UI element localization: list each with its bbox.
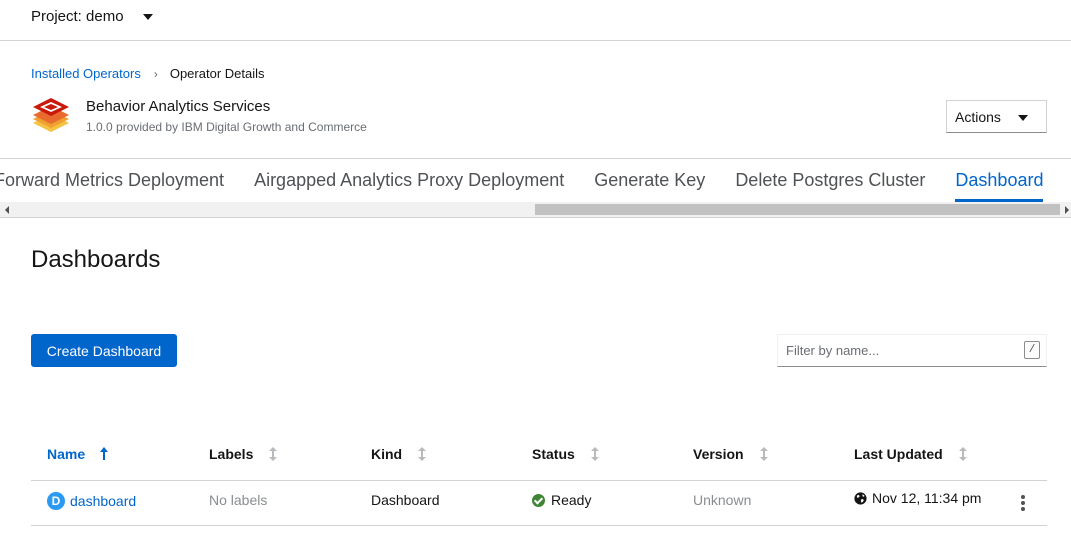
tabs-bar: Forward Metrics Deployment Airgapped Ana… bbox=[0, 158, 1071, 218]
column-header-last-updated[interactable]: Last Updated bbox=[854, 446, 967, 462]
tab-generate-key[interactable]: Generate Key bbox=[594, 159, 705, 202]
tab-forward-metrics-deployment[interactable]: Forward Metrics Deployment bbox=[0, 159, 224, 202]
column-header-kind[interactable]: Kind bbox=[371, 446, 427, 462]
cell-kind: Dashboard bbox=[371, 492, 440, 508]
operator-logo-icon bbox=[33, 98, 69, 132]
table-row: D dashboard No labels Dashboard Ready Un… bbox=[31, 481, 1047, 526]
keyboard-shortcut-hint: / bbox=[1024, 341, 1040, 359]
column-header-name[interactable]: Name bbox=[47, 446, 109, 462]
resource-badge-icon: D bbox=[47, 492, 65, 510]
column-header-status[interactable]: Status bbox=[532, 446, 599, 462]
actions-dropdown[interactable]: Actions bbox=[946, 100, 1047, 133]
cell-version: Unknown bbox=[693, 492, 752, 508]
actions-label: Actions bbox=[955, 108, 1001, 125]
column-header-label: Last Updated bbox=[854, 446, 943, 462]
scrollbar-thumb[interactable] bbox=[535, 204, 1060, 215]
globe-icon bbox=[854, 491, 867, 505]
sort-ascending-icon bbox=[100, 447, 109, 461]
breadcrumb-installed-operators[interactable]: Installed Operators bbox=[31, 66, 141, 81]
column-header-label: Labels bbox=[209, 446, 254, 462]
caret-down-icon bbox=[142, 13, 153, 20]
sort-icon bbox=[759, 447, 768, 461]
tab-airgapped-analytics-proxy-deployment[interactable]: Airgapped Analytics Proxy Deployment bbox=[254, 159, 564, 202]
status-text: Ready bbox=[551, 492, 592, 508]
filter-box: / bbox=[777, 334, 1047, 367]
chevron-right-icon: › bbox=[153, 66, 158, 81]
operator-subtitle: 1.0.0 provided by IBM Digital Growth and… bbox=[86, 120, 367, 134]
horizontal-scrollbar[interactable] bbox=[0, 202, 1071, 217]
cell-name: D dashboard bbox=[47, 492, 136, 510]
filter-by-name-input[interactable] bbox=[778, 335, 1018, 366]
scroll-right-icon[interactable] bbox=[1065, 206, 1069, 214]
cell-last-updated: Nov 12, 11:34 pm bbox=[854, 490, 981, 506]
page-title: Dashboards bbox=[31, 246, 161, 273]
sort-icon bbox=[269, 447, 278, 461]
last-updated-text: Nov 12, 11:34 pm bbox=[872, 490, 982, 506]
create-dashboard-button[interactable]: Create Dashboard bbox=[31, 334, 177, 367]
dashboards-table: Name Labels Kind Status Version Last Upd… bbox=[31, 438, 1047, 526]
tab-delete-postgres-cluster[interactable]: Delete Postgres Cluster bbox=[735, 159, 925, 202]
column-header-label: Version bbox=[693, 446, 744, 462]
project-bar: Project: demo bbox=[0, 0, 1071, 41]
tab-list: Forward Metrics Deployment Airgapped Ana… bbox=[0, 159, 1071, 202]
column-header-label: Name bbox=[47, 446, 86, 462]
check-circle-icon bbox=[532, 493, 545, 507]
cell-status: Ready bbox=[532, 492, 591, 508]
breadcrumb: Installed Operators › Operator Details bbox=[31, 66, 265, 81]
sort-icon bbox=[590, 447, 599, 461]
divider bbox=[0, 217, 1071, 218]
sort-icon bbox=[958, 447, 967, 461]
tab-dashboard[interactable]: Dashboard bbox=[955, 159, 1044, 202]
column-header-version[interactable]: Version bbox=[693, 446, 768, 462]
column-header-labels[interactable]: Labels bbox=[209, 446, 278, 462]
sort-icon bbox=[418, 447, 427, 461]
operator-name: Behavior Analytics Services bbox=[86, 98, 271, 115]
cell-labels: No labels bbox=[209, 492, 268, 508]
caret-down-icon bbox=[1018, 115, 1028, 121]
table-header: Name Labels Kind Status Version Last Upd… bbox=[31, 438, 1047, 481]
column-header-label: Kind bbox=[371, 446, 403, 462]
column-header-label: Status bbox=[532, 446, 575, 462]
project-label: Project: demo bbox=[31, 8, 124, 25]
scroll-left-icon[interactable] bbox=[5, 206, 9, 214]
dashboard-link[interactable]: dashboard bbox=[70, 493, 136, 509]
kebab-menu-icon[interactable] bbox=[1021, 495, 1025, 511]
project-selector[interactable]: Project: demo bbox=[31, 8, 153, 25]
breadcrumb-current: Operator Details bbox=[169, 66, 265, 81]
